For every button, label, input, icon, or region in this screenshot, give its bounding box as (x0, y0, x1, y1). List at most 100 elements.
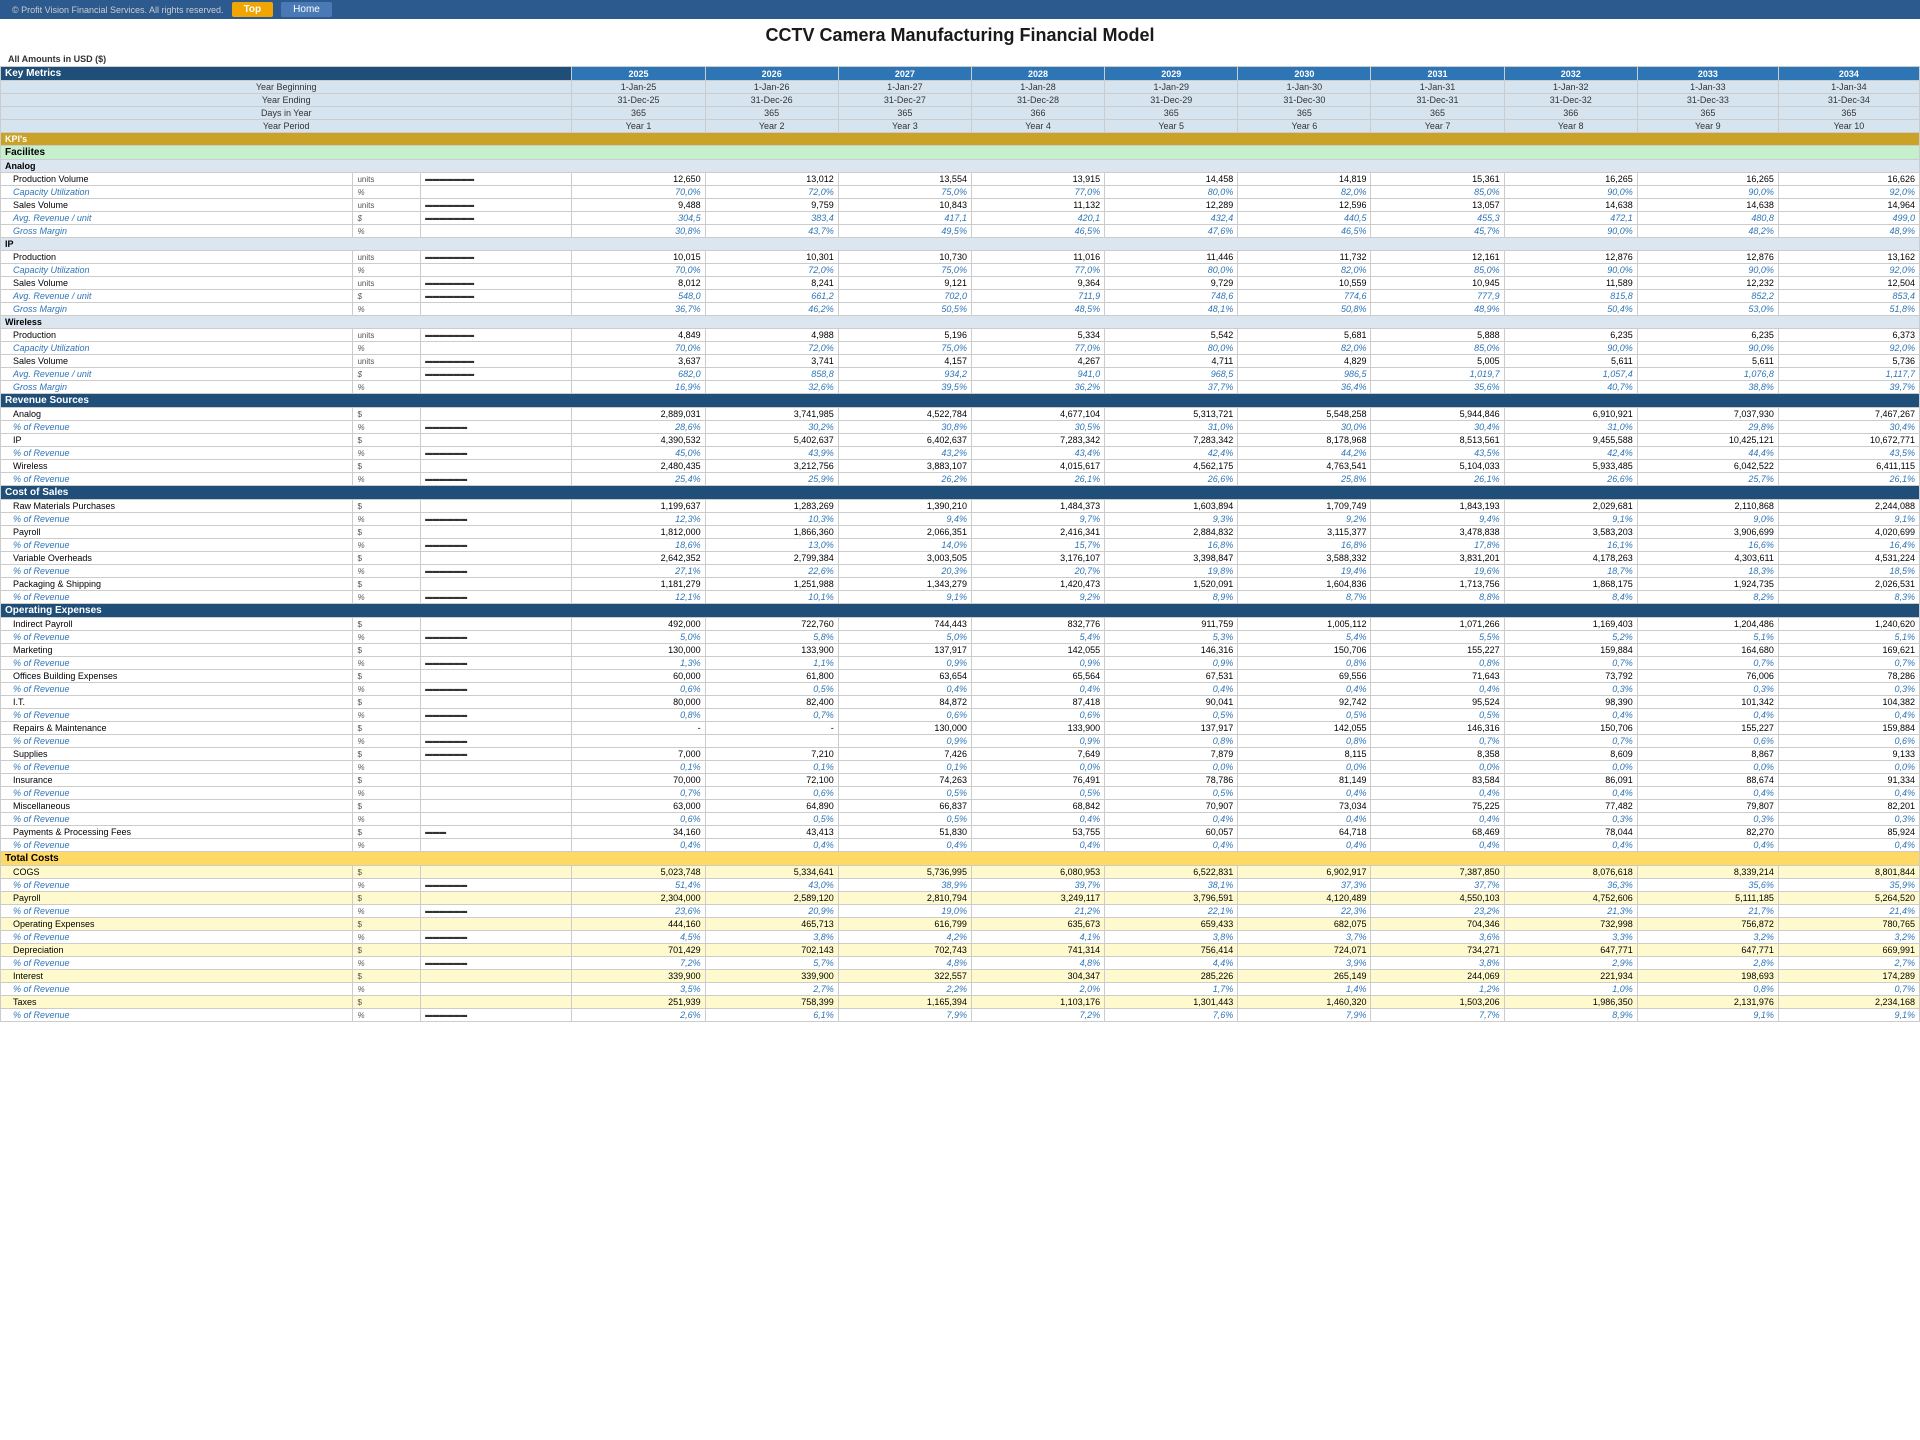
table-row: % of Revenue % ▬▬▬▬▬▬ 1,3% 1,1% 0,9% 0,9… (1, 657, 1920, 670)
analog-capacity-label: Capacity Utilization (1, 186, 353, 199)
yb-2027: 1-Jan-27 (838, 81, 971, 94)
table-row: Analog $ 2,889,031 3,741,985 4,522,784 4… (1, 408, 1920, 421)
table-row: Gross Margin % 36,7% 46,2% 50,5% 48,5% 4… (1, 303, 1920, 316)
table-row: Avg. Revenue / unit $ ▬▬▬▬▬▬▬ 548,0 661,… (1, 290, 1920, 303)
table-row: % of Revenue % 0,1% 0,1% 0,1% 0,0% 0,0% … (1, 761, 1920, 774)
table-row: Payroll $ 1,812,000 1,866,360 2,066,351 … (1, 526, 1920, 539)
ye-2032: 31-Dec-32 (1504, 94, 1637, 107)
table-row: % of Revenue % ▬▬▬▬▬▬ 5,0% 5,8% 5,0% 5,4… (1, 631, 1920, 644)
year-2026: 2026 (705, 67, 838, 81)
analog-prod-label: Production Volume (1, 173, 353, 186)
analog-prod-unit: units (353, 173, 421, 186)
table-row: Raw Materials Purchases $ 1,199,637 1,28… (1, 500, 1920, 513)
top-button[interactable]: Top (232, 2, 274, 17)
table-row: Indirect Payroll $ 492,000 722,760 744,4… (1, 618, 1920, 631)
table-row: Gross Margin % 30,8% 43,7% 49,5% 46,5% 4… (1, 225, 1920, 238)
table-row: % of Revenue % 0,4% 0,4% 0,4% 0,4% 0,4% … (1, 839, 1920, 852)
table-row: COGS $ 5,023,748 5,334,641 5,736,995 6,0… (1, 866, 1920, 879)
year-2029: 2029 (1105, 67, 1238, 81)
analog-prod-sparkline: ▬▬▬▬▬▬▬ (421, 173, 572, 186)
table-row: Miscellaneous $ 63,000 64,890 66,837 68,… (1, 800, 1920, 813)
table-row: Capacity Utilization % 70,0% 72,0% 75,0%… (1, 264, 1920, 277)
wireless-header: Wireless (1, 316, 1920, 329)
total-costs-header: Total Costs (1, 852, 1920, 866)
yb-2026: 1-Jan-26 (705, 81, 838, 94)
analog-gm-label: Gross Margin (1, 225, 353, 238)
yb-2029: 1-Jan-29 (1105, 81, 1238, 94)
yb-2025: 1-Jan-25 (572, 81, 705, 94)
kpis-header: KPI's (1, 133, 1920, 146)
yb-2032: 1-Jan-32 (1504, 81, 1637, 94)
yb-2030: 1-Jan-30 (1238, 81, 1371, 94)
table-row: % of Revenue % ▬▬▬▬▬▬ 51,4% 43,0% 38,9% … (1, 879, 1920, 892)
year-2032: 2032 (1504, 67, 1637, 81)
table-row: % of Revenue % ▬▬▬▬▬▬ 7,2% 5,7% 4,8% 4,8… (1, 957, 1920, 970)
ye-2034: 31-Dec-34 (1778, 94, 1919, 107)
table-row: % of Revenue % ▬▬▬▬▬▬ 25,4% 25,9% 26,2% … (1, 473, 1920, 486)
cos-header: Cost of Sales (1, 486, 1920, 500)
table-row: Interest $ 339,900 339,900 322,557 304,3… (1, 970, 1920, 983)
analog-sales-label: Sales Volume (1, 199, 353, 212)
top-bar: © Profit Vision Financial Services. All … (0, 0, 1920, 19)
revenue-sources-header: Revenue Sources (1, 394, 1920, 408)
table-row: Operating Expenses $ 444,160 465,713 616… (1, 918, 1920, 931)
table-row: Supplies $ ▬▬▬▬▬▬ 7,000 7,210 7,426 7,64… (1, 748, 1920, 761)
table-row: % of Revenue % ▬▬▬▬▬▬ 23,6% 20,9% 19,0% … (1, 905, 1920, 918)
facilities-header: Facilites (1, 146, 1920, 160)
key-metrics-header: Key Metrics (1, 67, 572, 81)
year-2027: 2027 (838, 67, 971, 81)
table-row: Capacity Utilization % 70,0% 72,0% 75,0%… (1, 342, 1920, 355)
table-row: % of Revenue % ▬▬▬▬▬▬ 4,5% 3,8% 4,2% 4,1… (1, 931, 1920, 944)
year-2031: 2031 (1371, 67, 1504, 81)
financial-table: Key Metrics 2025 2026 2027 2028 2029 203… (0, 66, 1920, 1022)
year-2033: 2033 (1637, 67, 1778, 81)
table-row: Sales Volume units ▬▬▬▬▬▬▬ 8,012 8,241 9… (1, 277, 1920, 290)
analog-header: Analog (1, 160, 1920, 173)
table-row: Variable Overheads $ 2,642,352 2,799,384… (1, 552, 1920, 565)
table-row: Payroll $ 2,304,000 2,589,120 2,810,794 … (1, 892, 1920, 905)
year-beginning-label: Year Beginning (1, 81, 572, 94)
yb-2034: 1-Jan-34 (1778, 81, 1919, 94)
table-row: Production units ▬▬▬▬▬▬▬ 4,849 4,988 5,1… (1, 329, 1920, 342)
table-row: % of Revenue % ▬▬▬▬▬▬ 12,1% 10,1% 9,1% 9… (1, 591, 1920, 604)
table-row: Packaging & Shipping $ 1,181,279 1,251,9… (1, 578, 1920, 591)
table-row: Production units ▬▬▬▬▬▬▬ 10,015 10,301 1… (1, 251, 1920, 264)
copyright: © Profit Vision Financial Services. All … (12, 5, 224, 15)
home-button[interactable]: Home (281, 2, 332, 17)
offices-building-label: Offices Building Expenses (1, 670, 353, 683)
table-row: Avg. Revenue / unit $ ▬▬▬▬▬▬▬ 682,0 858,… (1, 368, 1920, 381)
opex-header: Operating Expenses (1, 604, 1920, 618)
ye-2030: 31-Dec-30 (1238, 94, 1371, 107)
main-title: CCTV Camera Manufacturing Financial Mode… (0, 19, 1920, 52)
ye-2025: 31-Dec-25 (572, 94, 705, 107)
table-row: % of Revenue % ▬▬▬▬▬▬ 0,9% 0,9% 0,8% 0,8… (1, 735, 1920, 748)
table-row: % of Revenue % ▬▬▬▬▬▬ 27,1% 22,6% 20,3% … (1, 565, 1920, 578)
days-label: Days in Year (1, 107, 572, 120)
table-row: % of Revenue % ▬▬▬▬▬▬ 12,3% 10,3% 9,4% 9… (1, 513, 1920, 526)
table-row: Wireless $ 2,480,435 3,212,756 3,883,107… (1, 460, 1920, 473)
table-row: IP $ 4,390,532 5,402,637 6,402,637 7,283… (1, 434, 1920, 447)
table-row: Depreciation $ 701,429 702,143 702,743 7… (1, 944, 1920, 957)
table-row: Sales Volume units ▬▬▬▬▬▬▬ 3,637 3,741 4… (1, 355, 1920, 368)
table-row: % of Revenue % ▬▬▬▬▬▬ 0,8% 0,7% 0,6% 0,6… (1, 709, 1920, 722)
table-row: % of Revenue % 0,7% 0,6% 0,5% 0,5% 0,5% … (1, 787, 1920, 800)
ye-2033: 31-Dec-33 (1637, 94, 1778, 107)
ye-2027: 31-Dec-27 (838, 94, 971, 107)
table-row: Insurance $ 70,000 72,100 74,263 76,491 … (1, 774, 1920, 787)
offices-building-row: Offices Building Expenses $ 60,000 61,80… (1, 670, 1920, 683)
table-row: Sales Volume units ▬▬▬▬▬▬▬ 9,488 9,759 1… (1, 199, 1920, 212)
table-row: Marketing $ 130,000 133,900 137,917 142,… (1, 644, 1920, 657)
table-row: % of Revenue % 3,5% 2,7% 2,2% 2,0% 1,7% … (1, 983, 1920, 996)
ye-2031: 31-Dec-31 (1371, 94, 1504, 107)
table-row: Production Volume units ▬▬▬▬▬▬▬ 12,650 1… (1, 173, 1920, 186)
table-row: Payments & Processing Fees $ ▬▬▬ 34,160 … (1, 826, 1920, 839)
year-2025: 2025 (572, 67, 705, 81)
table-row: Gross Margin % 16,9% 32,6% 39,5% 36,2% 3… (1, 381, 1920, 394)
table-row: % of Revenue % ▬▬▬▬▬▬ 18,6% 13,0% 14,0% … (1, 539, 1920, 552)
table-row: I.T. $ 80,000 82,400 84,872 87,418 90,04… (1, 696, 1920, 709)
year-2030: 2030 (1238, 67, 1371, 81)
table-row: Avg. Revenue / unit $ ▬▬▬▬▬▬▬ 304,5 383,… (1, 212, 1920, 225)
table-row: Repairs & Maintenance $ - - 130,000 133,… (1, 722, 1920, 735)
year-ending-label: Year Ending (1, 94, 572, 107)
year-2028: 2028 (971, 67, 1104, 81)
